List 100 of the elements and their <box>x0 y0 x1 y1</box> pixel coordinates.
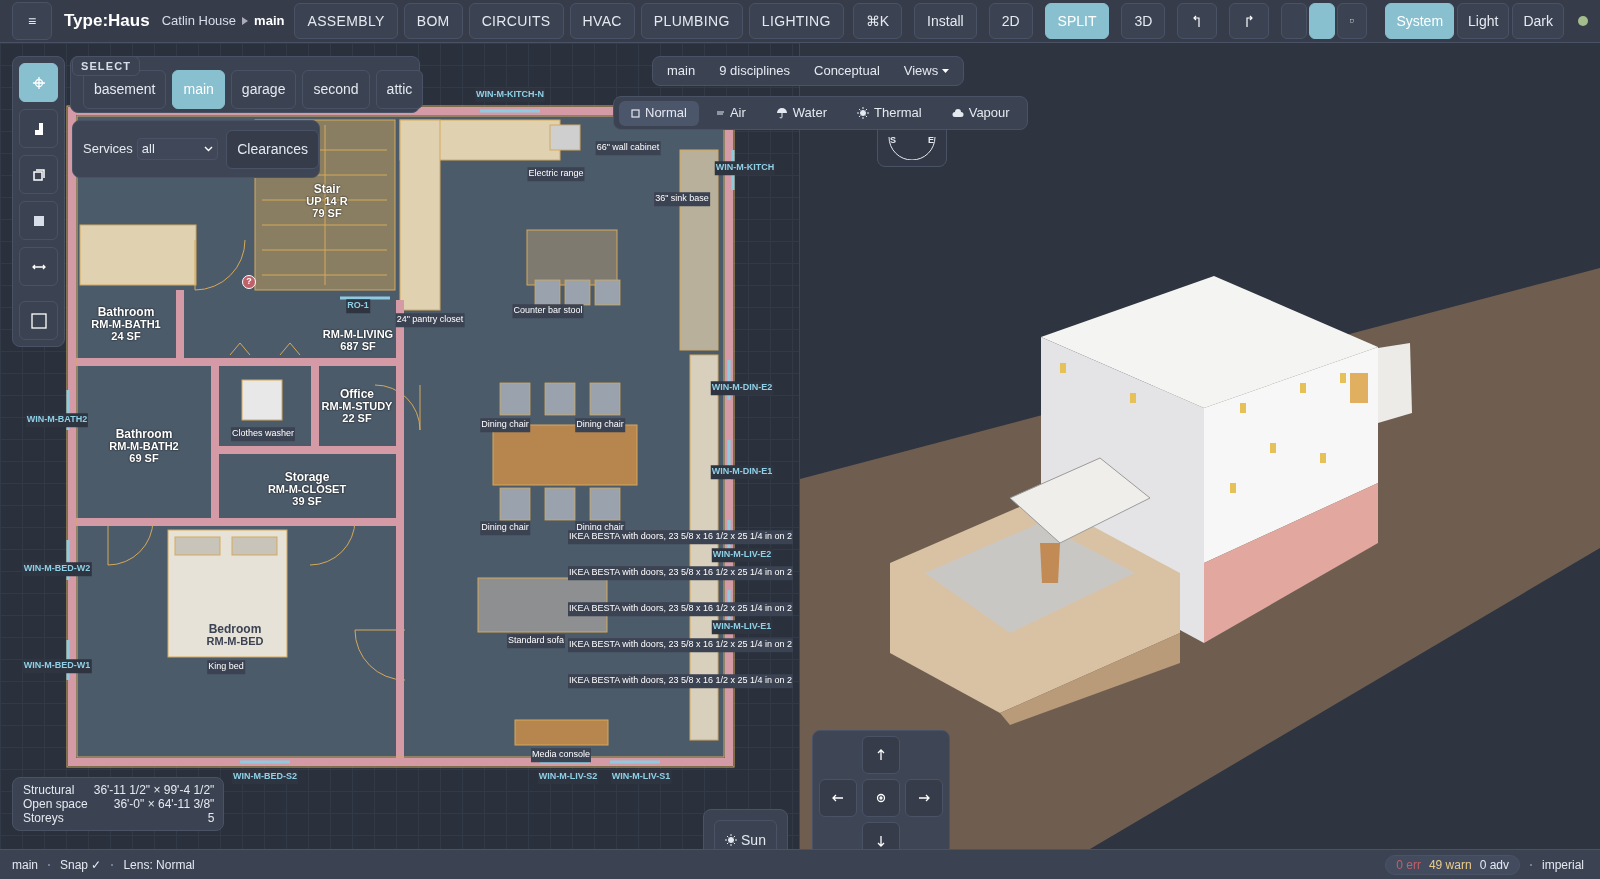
tool-button[interactable] <box>19 301 58 340</box>
select-value: all <box>141 140 155 159</box>
compass-letter: E <box>928 134 934 147</box>
window-tag: WIN-M-BED-W2 <box>22 562 92 576</box>
tool-button[interactable] <box>19 155 58 194</box>
room-code: RM-M-BATH2 <box>109 440 179 452</box>
mode-tab[interactable]: HVAC <box>569 3 635 39</box>
furniture-label: IKEA BESTA with doors, 23 5/8 x 16 1/2 x 25 1/4 in on 2 <box>568 566 793 580</box>
status-item: Lens: Normal <box>123 856 195 874</box>
window-tag: WIN-M-BATH2 <box>25 413 89 427</box>
install-button[interactable]: Install <box>914 3 977 39</box>
pan-up-button[interactable] <box>862 736 900 774</box>
window-tag: WIN-M-LIV-S2 <box>537 770 599 784</box>
theme-tab[interactable]: Light <box>1457 3 1510 39</box>
tool-button[interactable] <box>19 201 58 240</box>
furniture-label: Counter bar stool <box>512 304 584 318</box>
mode-tab[interactable]: LIGHTING <box>748 3 844 39</box>
room-code: RM-M-BATH1 <box>91 318 161 330</box>
select-label: SELECT <box>72 56 140 76</box>
sun-icon <box>725 834 738 846</box>
room-name: Bathroom <box>115 428 173 440</box>
undo-button[interactable] <box>1177 3 1218 39</box>
furniture-label: 36" sink base <box>654 192 710 206</box>
cloud-icon <box>951 107 964 119</box>
arrow-up-icon <box>875 749 887 761</box>
umbrella-icon <box>775 107 788 119</box>
header-item: 9 disciplines <box>719 62 790 81</box>
view-tab[interactable]: 3D <box>1121 3 1166 39</box>
view-tab[interactable]: 2D <box>988 3 1033 39</box>
mode-tab[interactable]: BOM <box>403 3 463 39</box>
room-code: RM-M-CLOSET <box>267 483 347 495</box>
caret-down-icon <box>942 69 950 73</box>
furniture-label: IKEA BESTA with doors, 23 5/8 x 16 1/2 x 25 1/4 in on 2 <box>568 638 793 652</box>
stat-label: Structural <box>23 783 76 797</box>
lens-tab[interactable]: Water <box>763 100 839 126</box>
room-code: RM-M-BED <box>206 635 264 647</box>
target-icon <box>875 792 887 804</box>
lens-tab[interactable]: Vapour <box>939 100 1022 126</box>
pan-down-button[interactable] <box>862 822 900 849</box>
sun-button[interactable]: Sun <box>714 820 777 849</box>
services-select[interactable]: all <box>136 138 219 160</box>
window-tag: WIN-M-LIV-S1 <box>610 770 672 784</box>
window-tag: WIN-M-KITCH-N <box>475 88 545 102</box>
menu-button[interactable]: ≡ <box>12 2 52 40</box>
window-tag: WIN-M-LIV-E2 <box>711 548 773 562</box>
pan-right-button[interactable] <box>905 779 943 817</box>
floor-tab[interactable]: second <box>302 70 370 109</box>
stat-label: Open space <box>23 797 88 811</box>
density-button[interactable] <box>1309 3 1336 39</box>
pan-center-button[interactable] <box>862 779 900 817</box>
lens-tab[interactable]: Normal <box>619 100 699 126</box>
furniture-label: Dining chair <box>480 521 530 535</box>
floor-tab[interactable]: basement <box>83 70 167 109</box>
compass-ring-icon <box>888 136 936 160</box>
floor-tab[interactable]: attic <box>375 70 424 109</box>
room-area: 39 SF <box>292 495 322 507</box>
clearances-button[interactable]: Clearances <box>226 129 319 169</box>
square-icon <box>631 108 640 118</box>
warning-count: 49 warn <box>1428 856 1472 874</box>
branch-name: main <box>254 12 285 31</box>
sun-icon <box>857 107 869 119</box>
undo-icon <box>1192 15 1203 27</box>
caret-right-icon <box>242 17 249 25</box>
arrow-left-icon <box>832 792 844 804</box>
floor-tab[interactable]: garage <box>230 70 297 109</box>
lens-tab[interactable]: Air <box>704 100 758 126</box>
header-item: main <box>667 62 696 81</box>
square-icon <box>29 311 48 330</box>
theme-tab[interactable]: Dark <box>1512 3 1564 39</box>
room-name: Bathroom <box>97 306 155 318</box>
pan-left-button[interactable] <box>819 779 857 817</box>
furniture-label: Electric range <box>527 167 585 181</box>
room-code: RM-M-LIVING <box>322 328 394 340</box>
window-tag: WIN-M-DIN-E1 <box>710 465 774 479</box>
redo-button[interactable] <box>1229 3 1270 39</box>
room-area: 69 SF <box>129 452 159 464</box>
furniture-label: Clothes washer <box>231 427 295 441</box>
crosshair-icon <box>31 75 46 90</box>
window-tag: WIN-M-KITCH <box>714 161 776 175</box>
lens-tab[interactable]: Thermal <box>845 100 934 126</box>
arrow-down-icon <box>875 835 887 847</box>
tool-button[interactable] <box>19 109 58 148</box>
tool-button[interactable] <box>19 63 58 102</box>
arrow-right-icon <box>918 792 930 804</box>
status-item: Snap ✓ <box>60 856 102 874</box>
room-area: 24 SF <box>111 330 141 342</box>
views-dropdown[interactable]: Views <box>903 61 950 81</box>
mode-tab[interactable]: CIRCUITS <box>468 3 564 39</box>
stat-label: Storeys <box>23 811 65 825</box>
units-label: imperial <box>1542 856 1584 874</box>
furniture-label: Dining chair <box>480 418 530 432</box>
command-button[interactable]: ⌘K <box>852 3 903 39</box>
mode-tab[interactable]: PLUMBING <box>640 3 743 39</box>
furniture-label: Standard sofa <box>507 634 565 648</box>
furniture-label: Media console <box>531 748 591 762</box>
mode-tab[interactable]: ASSEMBLY <box>294 3 398 39</box>
stat-value: 36'-0" × 64'-11 3/8" <box>112 797 215 811</box>
window-tag: WIN-M-DIN-E2 <box>710 381 774 395</box>
advisory-count: 0 adv <box>1479 856 1509 874</box>
header-item: Conceptual <box>814 62 880 81</box>
